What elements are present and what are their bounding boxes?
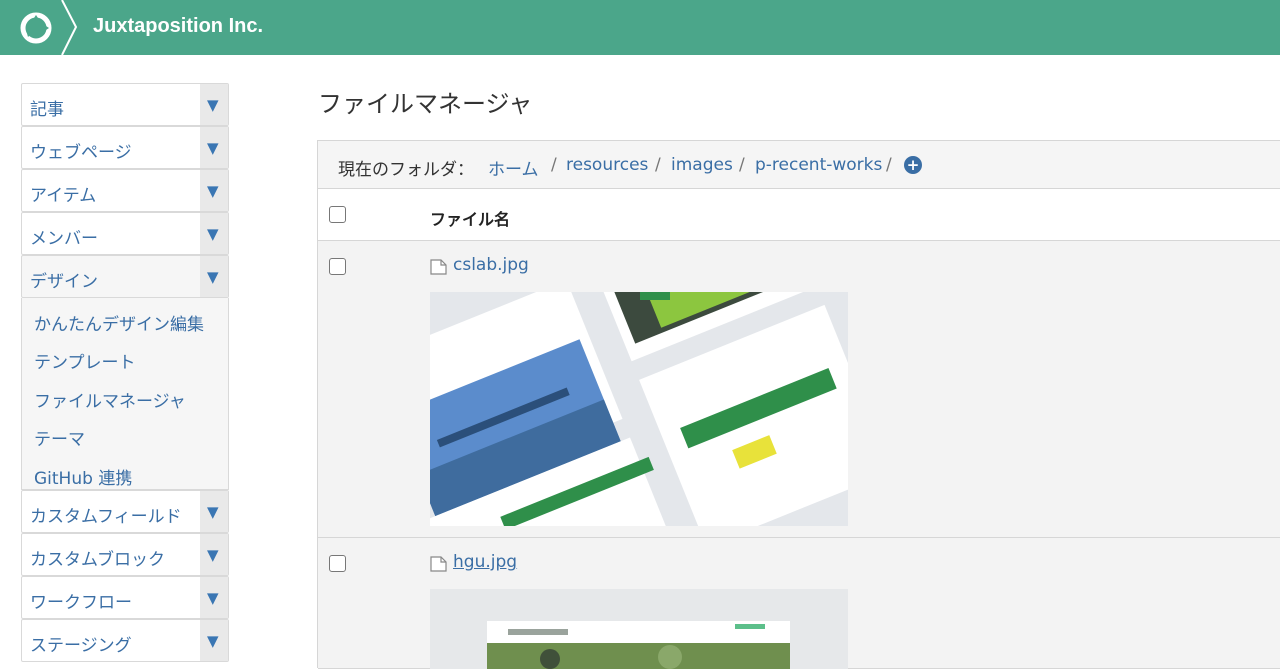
sidebar-item-items[interactable]: アイテム ▼ [21,169,229,212]
column-header-filename: ファイル名 [430,210,511,229]
expand-toggle[interactable]: ▼ [200,84,228,125]
expand-toggle[interactable]: ▼ [200,213,228,254]
table-row: cslab.jpg [318,241,1280,538]
triangle-down-icon: ▼ [207,182,219,200]
triangle-down-icon: ▼ [207,546,219,564]
sidebar-item-label: ウェブページ [30,143,132,163]
sidebar-item-staging[interactable]: ステージング ▼ [21,619,229,662]
sidebar-item-custom-fields[interactable]: カスタムフィールド ▼ [21,490,229,533]
breadcrumb-separator: / [739,155,745,175]
expand-toggle[interactable]: ▼ [200,256,228,297]
sidebar-item-label: ワークフロー [30,593,132,613]
sidebar-item-members[interactable]: メンバー ▼ [21,212,229,255]
row-checkbox[interactable] [329,258,346,275]
breadcrumb-home[interactable]: ホーム [488,155,539,180]
breadcrumb-separator: / [551,155,557,175]
current-folder-label: 現在のフォルダ： [338,160,474,180]
brand-name[interactable]: Juxtaposition Inc. [93,15,263,38]
triangle-down-icon: ▼ [207,632,219,650]
triangle-down-icon: ▼ [207,268,219,286]
sidebar-item-label: ステージング [30,636,132,656]
file-name-link[interactable]: hgu.jpg [453,552,517,572]
sidebar-item-label: アイテム [30,186,97,206]
breadcrumb-chevron-icon [61,0,78,55]
triangle-down-icon: ▼ [207,96,219,114]
breadcrumb-p-recent-works[interactable]: p-recent-works [755,155,882,175]
sidebar-item-label: メンバー [30,229,98,249]
file-manager-panel: 現在のフォルダ： ホーム / resources / images / p-re… [317,140,1280,669]
sidebar-item-articles[interactable]: 記事 ▼ [21,83,229,126]
file-name-link[interactable]: cslab.jpg [453,255,529,275]
sidebar-item-workflow[interactable]: ワークフロー ▼ [21,576,229,619]
page-title: ファイルマネージャ [318,90,533,118]
file-thumbnail[interactable] [430,589,848,669]
breadcrumb-images[interactable]: images [671,155,733,175]
breadcrumb-separator: / [655,155,661,175]
submenu-item-github[interactable]: GitHub 連携 [22,456,228,494]
sidebar: 記事 ▼ ウェブページ ▼ アイテム ▼ メンバー ▼ デザイン ▼ かんたんデ… [21,83,229,662]
design-submenu: かんたんデザイン編集 テンプレート ファイルマネージャ テーマ GitHub 連… [21,298,229,490]
sidebar-item-label: デザイン [30,272,98,292]
sidebar-item-custom-blocks[interactable]: カスタムブロック ▼ [21,533,229,576]
breadcrumb: 現在のフォルダ： ホーム / resources / images / p-re… [318,141,1280,189]
sidebar-item-webpages[interactable]: ウェブページ ▼ [21,126,229,169]
row-checkbox[interactable] [329,555,346,572]
expand-toggle[interactable]: ▼ [200,620,228,661]
breadcrumb-separator: / [886,155,892,175]
triangle-down-icon: ▼ [207,225,219,243]
sidebar-item-label: 記事 [30,100,64,120]
add-folder-icon[interactable]: + [904,156,922,174]
table-row: hgu.jpg [318,538,1280,669]
file-icon [430,259,447,275]
triangle-down-icon: ▼ [207,503,219,521]
breadcrumb-resources[interactable]: resources [566,155,648,175]
submenu-item-themes[interactable]: テーマ [22,417,228,455]
sidebar-item-label: カスタムフィールド [30,507,182,527]
expand-toggle[interactable]: ▼ [200,170,228,211]
file-thumbnail[interactable] [430,292,848,526]
select-all-checkbox[interactable] [329,206,346,223]
juxtaposition-logo-icon[interactable] [20,12,52,44]
table-header: ファイル名 [318,189,1280,241]
sidebar-item-label: カスタムブロック [30,550,165,570]
submenu-item-file-manager[interactable]: ファイルマネージャ [22,379,228,417]
sidebar-item-design[interactable]: デザイン ▼ [21,255,229,298]
expand-toggle[interactable]: ▼ [200,127,228,168]
submenu-item-templates[interactable]: テンプレート [22,340,228,378]
file-icon [430,556,447,572]
submenu-item-easy-design[interactable]: かんたんデザイン編集 [22,302,228,340]
expand-toggle[interactable]: ▼ [200,534,228,575]
expand-toggle[interactable]: ▼ [200,577,228,618]
expand-toggle[interactable]: ▼ [200,491,228,532]
triangle-down-icon: ▼ [207,589,219,607]
top-header: Juxtaposition Inc. [0,0,1280,55]
triangle-down-icon: ▼ [207,139,219,157]
